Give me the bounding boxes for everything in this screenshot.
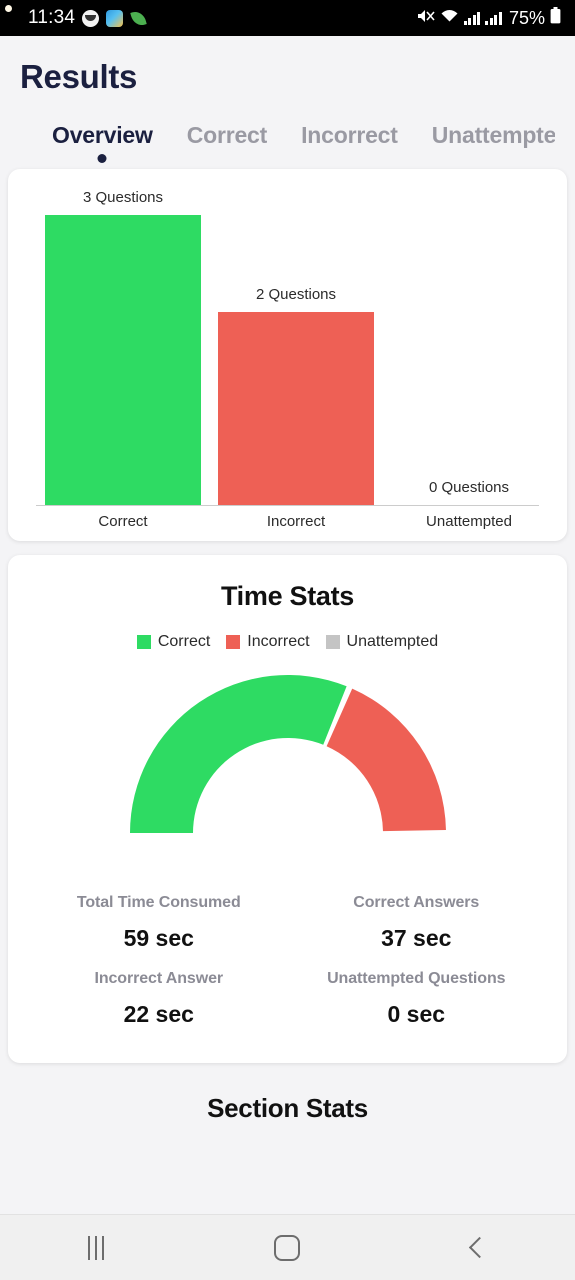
tab-correct-label: Correct	[186, 122, 268, 148]
stat-label: Correct Answers	[353, 894, 480, 911]
bar-incorrect[interactable]	[218, 312, 374, 505]
android-navigation-bar	[0, 1214, 575, 1280]
question-breakdown-bar-chart: 3 Questions 2 Questions 0 Questions Corr…	[8, 169, 567, 541]
tab-bar: Overview Correct Incorrect Unattempted	[20, 96, 555, 165]
chart-x-axis-line	[36, 505, 539, 506]
time-distribution-gauge-chart	[129, 675, 446, 833]
battery-percent-label: 75%	[508, 7, 545, 28]
stat-incorrect-answer: Incorrect Answer 22 sec	[30, 961, 288, 1037]
stat-correct-answers: Correct Answers 37 sec	[288, 885, 546, 961]
signal-icon	[463, 11, 481, 25]
home-icon	[274, 1234, 301, 1261]
stat-total-time-consumed: Total Time Consumed 59 sec	[30, 885, 288, 961]
stat-unattempted-questions: Unattempted Questions 0 sec	[288, 961, 546, 1037]
status-bar-right: 75%	[416, 7, 561, 29]
legend-swatch-unattempted	[325, 635, 340, 649]
bar-value-label-correct: 3 Questions	[82, 189, 164, 206]
tab-unattempted-label: Unattempted	[431, 122, 555, 148]
stat-value: 22 sec	[123, 1001, 194, 1027]
time-distribution-gauge-wrapper	[8, 665, 567, 855]
time-stats-card: Time Stats Correct Incorrect Unattempted…	[8, 555, 567, 1063]
status-bar-left: 11:34	[28, 7, 147, 29]
leaf-app-icon	[130, 10, 147, 27]
signal-icon	[485, 11, 502, 25]
question-breakdown-chart-card: 3 Questions 2 Questions 0 Questions Corr…	[8, 169, 567, 541]
bar-category-label-correct: Correct	[98, 513, 148, 530]
app-header: Results Overview Correct Incorrect Unatt…	[0, 36, 575, 165]
stat-value: 37 sec	[381, 925, 452, 951]
stat-label: Total Time Consumed	[76, 894, 241, 911]
stat-value: 0 sec	[387, 1001, 446, 1027]
legend-item-correct: Correct	[136, 633, 211, 651]
legend-label-unattempted: Unattempted	[346, 633, 439, 650]
legend-label-incorrect: Incorrect	[247, 633, 310, 650]
active-tab-indicator-dot	[97, 154, 107, 163]
time-stats-title: Time Stats	[220, 581, 355, 611]
time-stats-grid: Total Time Consumed 59 sec Correct Answe…	[8, 885, 567, 1037]
stat-label: Unattempted Questions	[327, 970, 506, 987]
bar-correct[interactable]	[45, 215, 201, 505]
legend-item-incorrect: Incorrect	[226, 633, 310, 651]
tab-unattempted[interactable]: Unattempted	[432, 122, 555, 165]
tab-overview-label: Overview	[52, 122, 153, 148]
wifi-icon	[440, 8, 459, 28]
tab-incorrect[interactable]: Incorrect	[301, 122, 398, 165]
legend-swatch-incorrect	[226, 635, 241, 649]
battery-icon	[550, 7, 561, 29]
tab-incorrect-label: Incorrect	[301, 122, 398, 148]
stat-value: 59 sec	[123, 925, 194, 951]
face-app-icon	[82, 9, 100, 27]
recents-button[interactable]	[61, 1223, 131, 1273]
tab-overview[interactable]: Overview	[52, 122, 153, 165]
section-stats-header: Section Stats	[0, 1093, 575, 1124]
stat-label: Incorrect Answer	[94, 970, 224, 987]
legend-label-correct: Correct	[157, 633, 211, 650]
bar-category-label-incorrect: Incorrect	[266, 513, 326, 530]
photos-app-icon	[106, 9, 124, 27]
bar-value-label-unattempted: 0 Questions	[428, 479, 510, 496]
mute-icon	[416, 8, 435, 29]
time-stats-legend: Correct Incorrect Unattempted	[8, 633, 567, 651]
bar-value-label-incorrect: 2 Questions	[255, 286, 337, 303]
gauge-segment-incorrect[interactable]	[326, 688, 446, 832]
back-button[interactable]	[444, 1223, 514, 1273]
bar-category-label-unattempted: Unattempted	[426, 513, 512, 530]
back-icon	[468, 1236, 490, 1259]
page-title: Results	[20, 58, 138, 95]
status-bar: 11:34 75%	[0, 0, 575, 36]
section-stats-title: Section Stats	[207, 1093, 368, 1123]
legend-swatch-correct	[136, 635, 151, 649]
tab-correct[interactable]: Correct	[186, 122, 268, 165]
status-bar-clock: 11:34	[28, 7, 76, 28]
recents-icon	[87, 1235, 104, 1260]
legend-item-unattempted: Unattempted	[325, 633, 439, 651]
gauge-segment-correct[interactable]	[129, 675, 347, 833]
home-button[interactable]	[252, 1223, 322, 1273]
